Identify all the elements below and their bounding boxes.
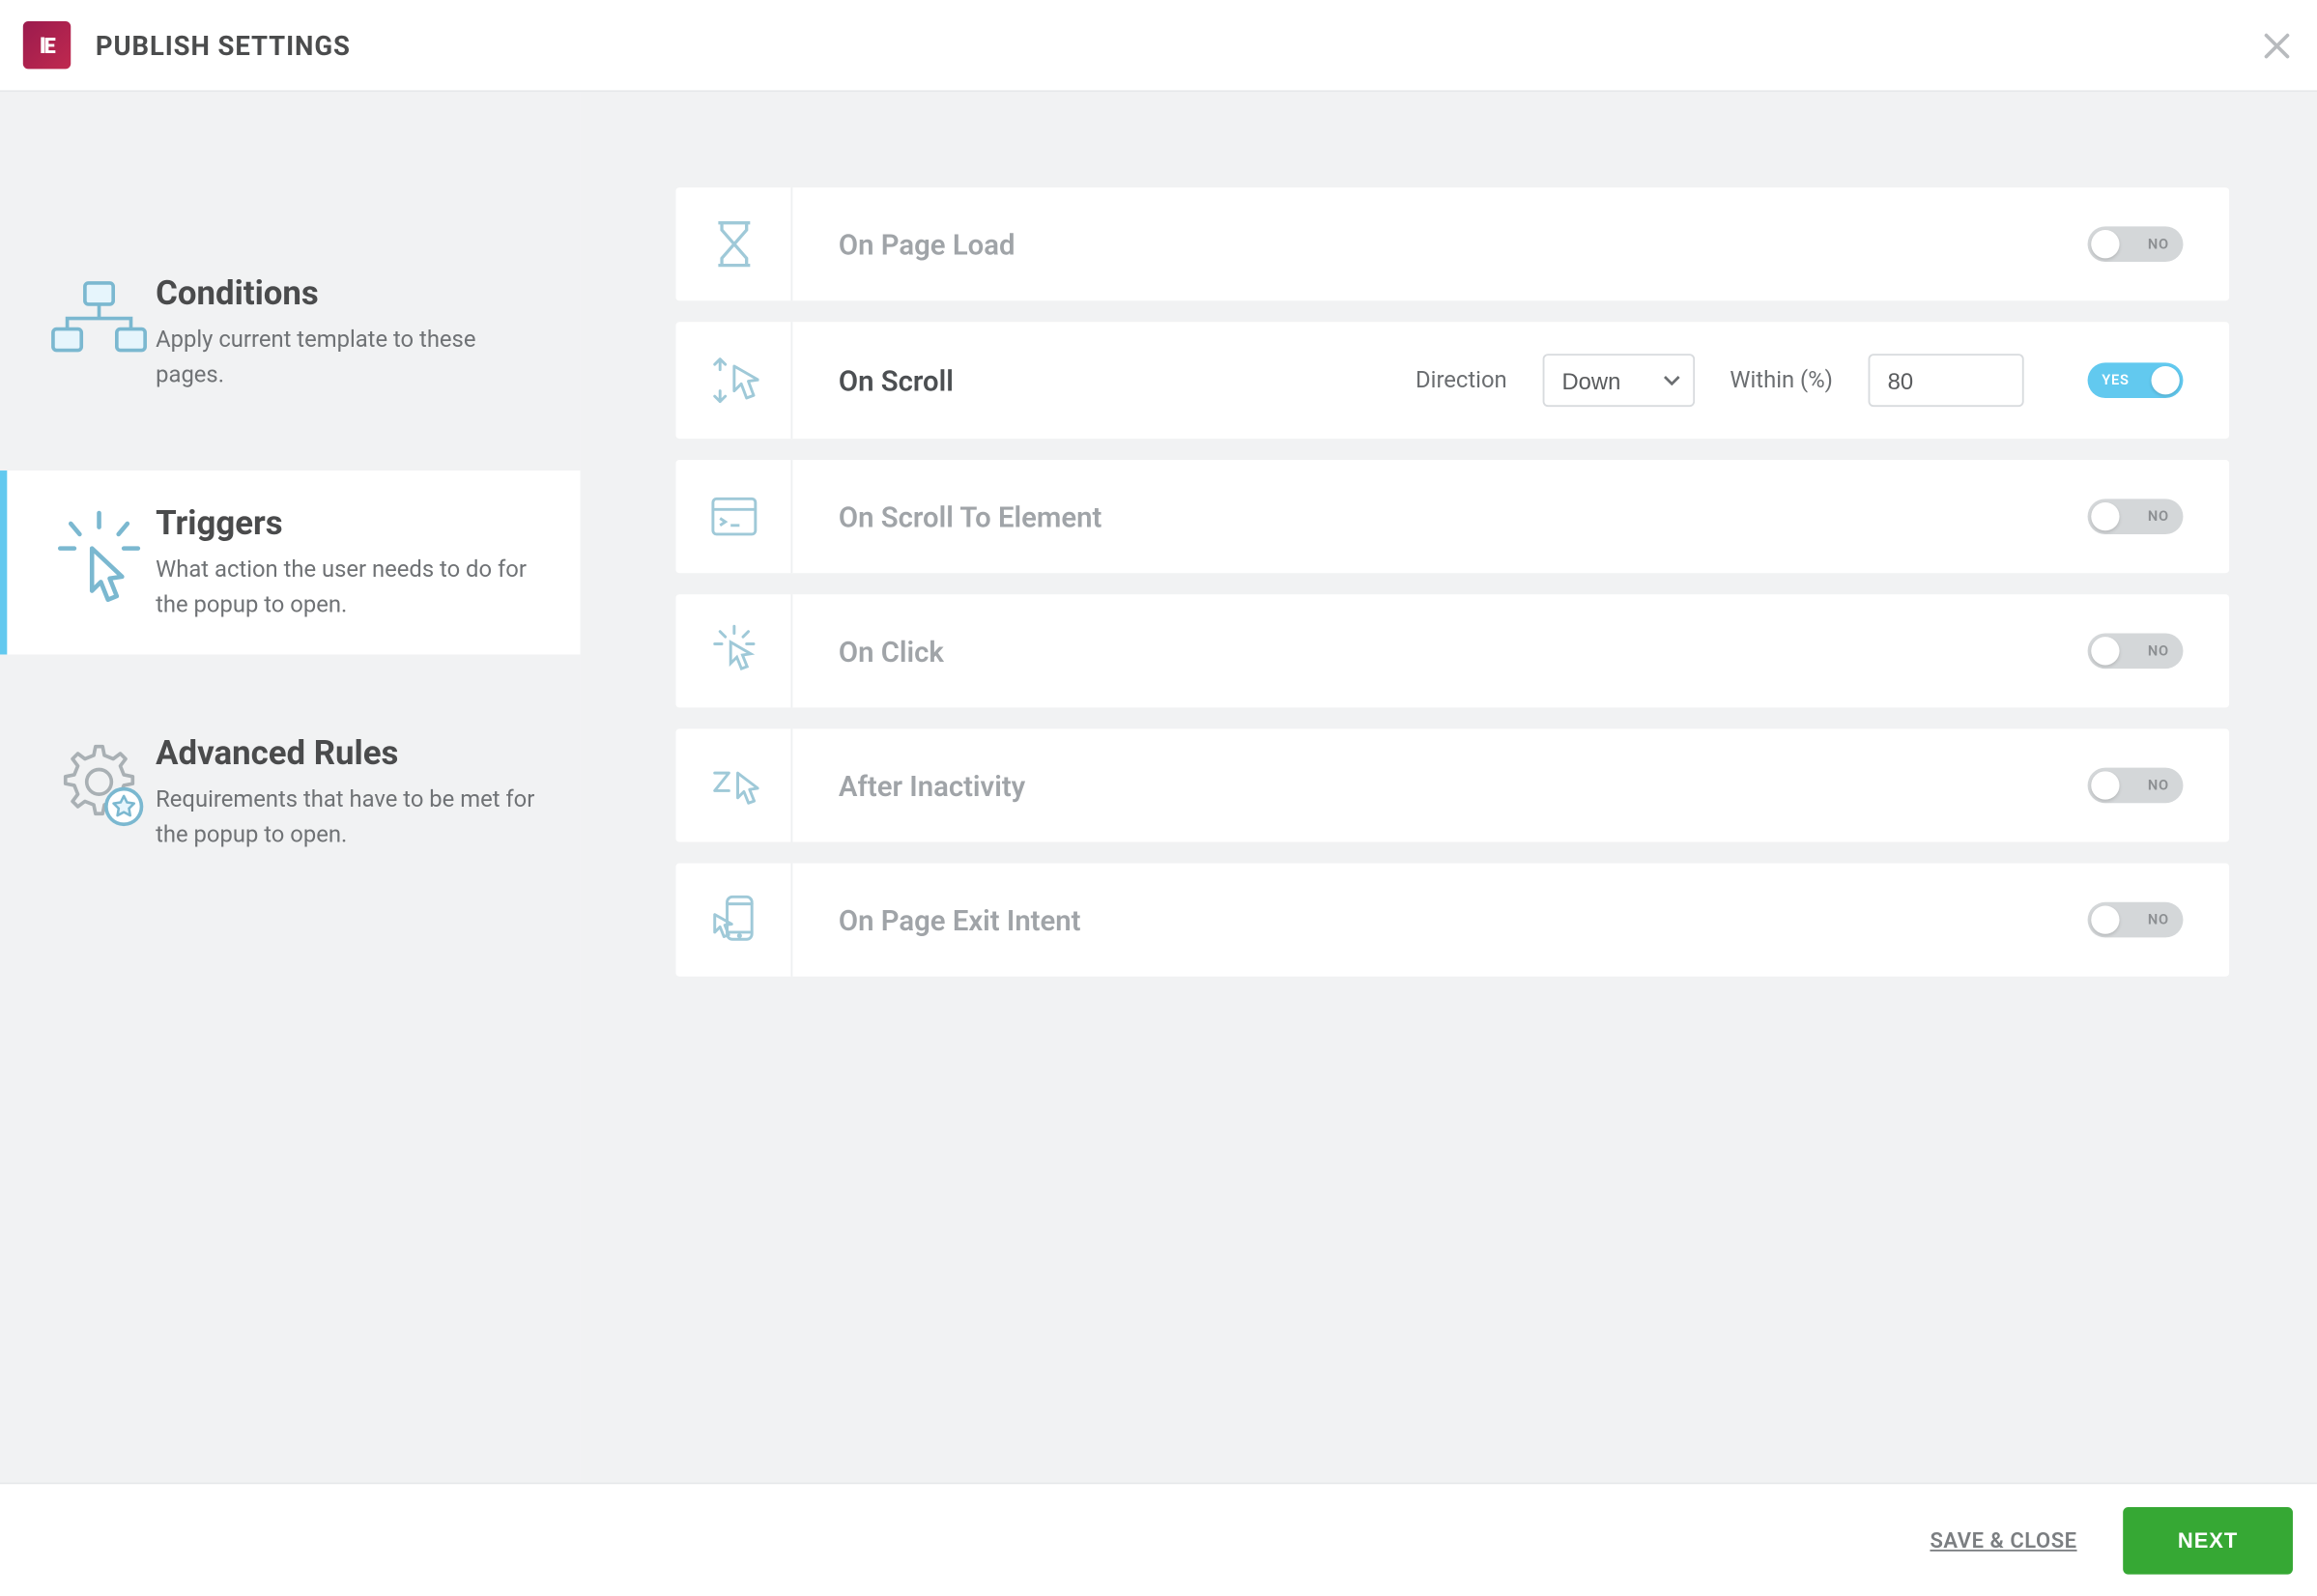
toggle-state-label: NO	[2148, 912, 2169, 927]
close-icon	[2263, 31, 2291, 59]
trigger-label: On Page Load	[839, 227, 2088, 261]
trigger-after-inactivity[interactable]: After Inactivity NO	[675, 728, 2229, 841]
toggle-state-label: NO	[2148, 778, 2169, 793]
trigger-on-scroll-to-element[interactable]: On Scroll To Element NO	[675, 460, 2229, 573]
sidebar-item-desc: Apply current template to these pages.	[156, 324, 545, 392]
toggle-state-label: NO	[2148, 236, 2169, 251]
trigger-on-click[interactable]: On Click NO	[675, 594, 2229, 707]
header: lE PUBLISH SETTINGS	[0, 0, 2317, 92]
sidebar-item-label: Advanced Rules	[156, 732, 545, 773]
trigger-label: On Scroll	[839, 363, 1416, 397]
scroll-icon	[675, 322, 792, 439]
sitemap-icon	[43, 272, 156, 393]
toggle-state-label: NO	[2148, 643, 2169, 659]
sidebar-item-advanced-rules[interactable]: Advanced Rules Requirements that have to…	[0, 700, 581, 884]
trigger-label: On Page Exit Intent	[839, 903, 2088, 937]
sidebar-item-desc: What action the user needs to do for the…	[156, 554, 545, 622]
toggle-on-scroll[interactable]: YES	[2088, 362, 2184, 398]
terminal-icon	[675, 460, 792, 573]
click-icon	[675, 594, 792, 707]
trigger-label: On Scroll To Element	[839, 499, 2088, 533]
toggle-on-page-load[interactable]: NO	[2088, 226, 2184, 262]
next-button[interactable]: NEXT	[2123, 1506, 2293, 1574]
inactivity-icon	[675, 728, 792, 841]
toggle-on-click[interactable]: NO	[2088, 633, 2184, 669]
sidebar-item-conditions[interactable]: Conditions Apply current template to the…	[0, 241, 581, 424]
toggle-state-label: NO	[2148, 508, 2169, 524]
hourglass-icon	[675, 187, 792, 300]
toggle-after-inactivity[interactable]: NO	[2088, 768, 2184, 804]
direction-label: Direction	[1416, 367, 1507, 393]
within-label: Within (%)	[1730, 367, 1833, 393]
click-burst-icon	[43, 502, 156, 623]
page-title: PUBLISH SETTINGS	[96, 29, 351, 61]
trigger-on-page-exit-intent[interactable]: On Page Exit Intent NO	[675, 864, 2229, 977]
elementor-logo: lE	[23, 21, 71, 69]
sidebar-item-desc: Requirements that have to be met for the…	[156, 784, 545, 852]
toggle-on-scroll-to-element[interactable]: NO	[2088, 499, 2184, 534]
sidebar-item-label: Triggers	[156, 502, 545, 543]
trigger-label: On Click	[839, 634, 2088, 668]
gear-star-icon	[43, 732, 156, 853]
direction-select[interactable]: Down	[1542, 354, 1694, 407]
toggle-state-label: YES	[2102, 372, 2129, 387]
close-button[interactable]	[2257, 26, 2296, 65]
save-close-link[interactable]: SAVE & CLOSE	[1930, 1527, 2076, 1553]
within-input[interactable]	[1869, 354, 2024, 407]
trigger-label: After Inactivity	[839, 769, 2088, 803]
sidebar-item-triggers[interactable]: Triggers What action the user needs to d…	[0, 470, 581, 654]
trigger-on-scroll[interactable]: On Scroll Direction Down Within (%)	[675, 322, 2229, 439]
trigger-on-page-load[interactable]: On Page Load NO	[675, 187, 2229, 300]
main-content: On Page Load NO On Scrol	[581, 92, 2317, 1482]
sidebar-item-label: Conditions	[156, 272, 545, 313]
exit-intent-icon	[675, 864, 792, 977]
footer: SAVE & CLOSE NEXT	[0, 1482, 2317, 1595]
sidebar: Conditions Apply current template to the…	[0, 92, 581, 1482]
toggle-on-page-exit-intent[interactable]: NO	[2088, 902, 2184, 938]
